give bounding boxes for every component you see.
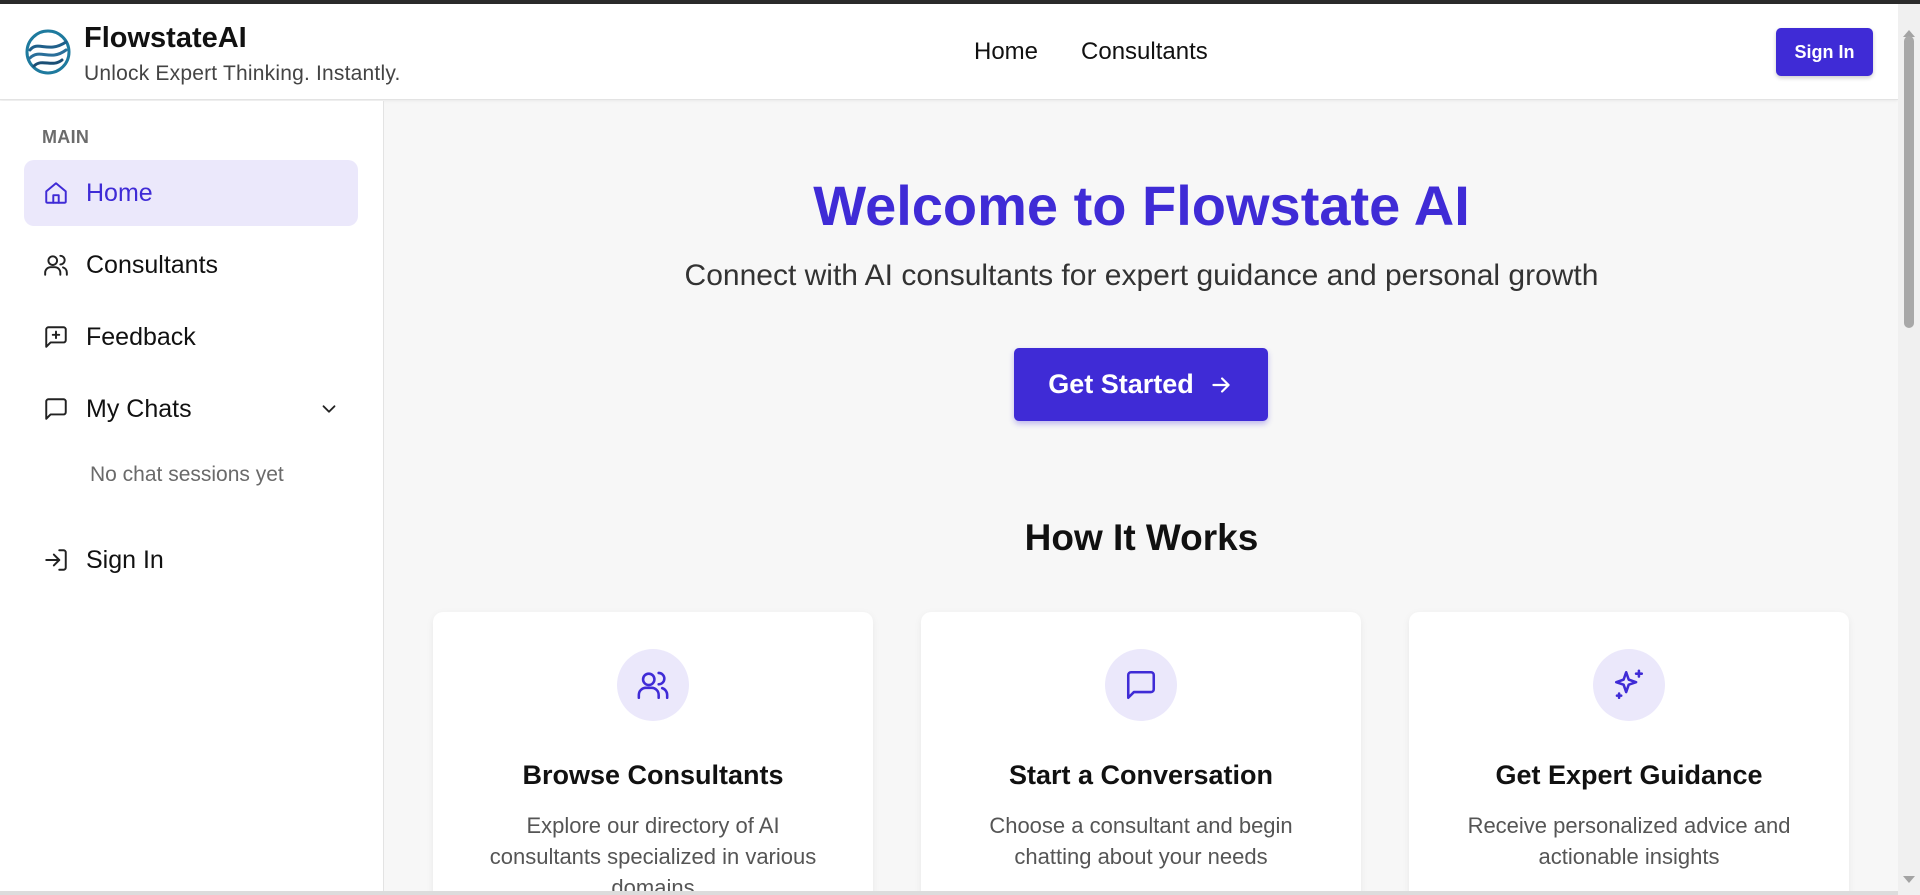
vertical-scrollbar[interactable]	[1898, 4, 1920, 895]
brand-title[interactable]: FlowstateAI	[84, 22, 247, 55]
sign-in-icon	[42, 546, 70, 574]
sidebar-item-label: Sign In	[86, 545, 164, 574]
home-icon	[42, 179, 70, 207]
how-it-works-heading: How It Works	[1024, 517, 1259, 558]
chat-icon	[42, 395, 70, 423]
users-icon	[637, 671, 669, 700]
sidebar-item-label: Feedback	[86, 322, 196, 351]
get-started-label: Get Started	[1048, 369, 1194, 399]
brand-tagline: Unlock Expert Thinking. Instantly.	[84, 62, 401, 85]
sidebar-item-label: Home	[86, 178, 153, 207]
arrow-right-icon	[1212, 376, 1230, 393]
header-sign-in-button[interactable]: Sign In	[1776, 28, 1873, 76]
flowstate-logo-icon[interactable]	[24, 28, 72, 76]
top-nav: Home Consultants	[974, 38, 1208, 66]
feature-card-description: Receive personalized advice and actionab…	[1467, 813, 1791, 869]
feature-card-guidance: Get Expert Guidance Receive personalized…	[1409, 612, 1849, 895]
top-nav-consultants-link[interactable]: Consultants	[1081, 38, 1208, 66]
sparkles-icon	[1614, 669, 1644, 700]
sidebar: MAIN Home Consultants Feedback My Chats …	[0, 101, 384, 895]
get-started-button[interactable]: Get Started	[1014, 348, 1268, 421]
sidebar-item-my-chats[interactable]: My Chats	[24, 376, 358, 442]
sidebar-section-label: MAIN	[42, 127, 90, 147]
feature-card-title: Get Expert Guidance	[1495, 760, 1763, 790]
page-title: Welcome to Flowstate AI	[813, 174, 1470, 237]
main-content: Welcome to Flowstate AI Connect with AI …	[385, 101, 1898, 895]
chevron-down-icon[interactable]	[318, 398, 340, 420]
feature-icon-circle	[617, 649, 689, 721]
sidebar-item-label: My Chats	[86, 394, 192, 423]
feature-card-browse: Browse Consultants Explore our directory…	[433, 612, 873, 895]
feature-card-title: Browse Consultants	[522, 760, 784, 790]
feature-icon-circle	[1593, 649, 1665, 721]
sidebar-item-label: Consultants	[86, 250, 219, 279]
page-subtitle: Connect with AI consultants for expert g…	[684, 259, 1599, 292]
top-nav-home-link[interactable]: Home	[974, 38, 1038, 66]
empty-chats-message: No chat sessions yet	[90, 463, 284, 486]
sidebar-item-feedback[interactable]: Feedback	[24, 304, 358, 370]
feature-card-title: Start a Conversation	[1008, 760, 1274, 790]
chat-icon	[1126, 670, 1156, 700]
app-header: FlowstateAI Unlock Expert Thinking. Inst…	[0, 4, 1898, 100]
feature-card-description: Explore our directory of AI consultants …	[489, 813, 817, 895]
window-bottom-border	[0, 891, 1898, 895]
feature-card-description: Choose a consultant and begin chatting a…	[989, 813, 1293, 869]
users-icon	[42, 251, 70, 279]
sidebar-item-home[interactable]: Home	[24, 160, 358, 226]
message-plus-icon	[42, 323, 70, 351]
feature-icon-circle	[1105, 649, 1177, 721]
sidebar-item-consultants[interactable]: Consultants	[24, 232, 358, 298]
sidebar-item-sign-in[interactable]: Sign In	[24, 527, 358, 593]
scroll-down-arrow-icon[interactable]	[1903, 876, 1915, 883]
feature-card-conversation: Start a Conversation Choose a consultant…	[921, 612, 1361, 895]
scrollbar-thumb[interactable]	[1904, 36, 1914, 328]
